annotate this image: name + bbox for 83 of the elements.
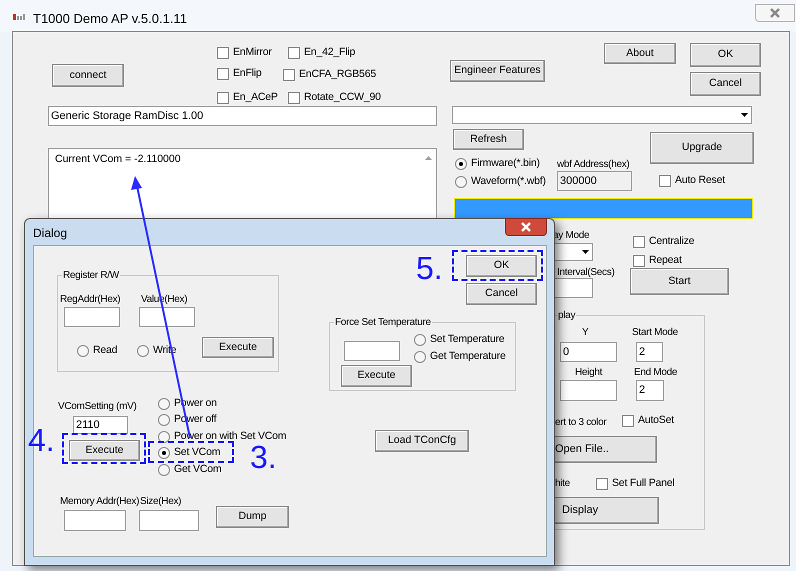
checkbox[interactable] xyxy=(633,254,645,267)
step-number: 3. xyxy=(250,441,277,473)
checkbox-label: EnFlip xyxy=(233,66,262,81)
checkbox[interactable] xyxy=(596,478,608,490)
y-field[interactable]: 0 xyxy=(560,342,617,362)
radio-label: Read xyxy=(93,343,118,358)
ok-button[interactable]: OK xyxy=(466,255,537,277)
size-field[interactable] xyxy=(139,510,199,531)
field-label: Size(Hex) xyxy=(140,495,182,509)
end-mode-field[interactable]: 2 xyxy=(636,380,664,401)
radio-label: Set VCom xyxy=(174,445,220,460)
radio-label: Get Temperature xyxy=(430,349,506,364)
group-legend: Register R/W xyxy=(62,268,120,283)
load-tconcfg-button[interactable]: Load TConCfg xyxy=(375,430,469,452)
checkbox-label: Set Full Panel xyxy=(612,476,675,491)
cancel-button[interactable]: Cancel xyxy=(690,72,761,96)
step-number: 4. xyxy=(28,424,55,456)
group-legend: Force Set Temperature xyxy=(334,315,432,330)
group-legend: play xyxy=(557,308,576,323)
refresh-button[interactable]: Refresh xyxy=(453,129,524,150)
dump-button[interactable]: Dump xyxy=(216,506,289,528)
option-label: hite xyxy=(555,477,570,491)
engineer-features-button[interactable]: Engineer Features xyxy=(450,60,545,82)
checkbox[interactable] xyxy=(659,174,671,187)
checkbox-label: Repeat xyxy=(649,253,682,268)
execute-button[interactable]: Execute xyxy=(202,337,274,358)
about-button[interactable]: About xyxy=(604,43,676,64)
field-label: End Mode xyxy=(634,366,678,380)
checkbox-label: Centralize xyxy=(649,234,694,249)
checkbox-label: Rotate_CCW_90 xyxy=(304,90,381,105)
field-label: wbf Address(hex) xyxy=(557,158,630,172)
address-field[interactable]: 300000 xyxy=(557,171,632,191)
upgrade-button[interactable]: Upgrade xyxy=(650,132,754,164)
start-mode-field[interactable]: 2 xyxy=(636,342,663,362)
checkbox-label: En_42_Flip xyxy=(304,45,356,60)
checkbox[interactable] xyxy=(633,236,645,248)
memory-addr-field[interactable] xyxy=(64,510,126,531)
value-field[interactable] xyxy=(139,307,195,327)
checkbox[interactable] xyxy=(217,68,229,80)
field-label: Height xyxy=(575,366,602,380)
start-button[interactable]: Start xyxy=(630,268,729,295)
field-label: Start Mode xyxy=(632,326,678,340)
dropdown-arrow-icon xyxy=(582,250,589,254)
reg-addr-field[interactable] xyxy=(64,307,120,327)
close-icon xyxy=(520,222,532,232)
step-number: 5. xyxy=(416,252,443,284)
connect-button[interactable]: connect xyxy=(52,64,124,87)
checkbox[interactable] xyxy=(217,92,229,104)
window-title: T1000 Demo AP v.5.0.1.11 xyxy=(33,10,187,28)
execute-button[interactable]: Execute xyxy=(69,440,140,461)
checkbox-label: EnCFA_RGB565 xyxy=(299,67,376,82)
field-label: Memory Addr(Hex) xyxy=(60,495,140,509)
checkbox[interactable] xyxy=(622,414,634,427)
field-label: VComSetting (mV) xyxy=(58,400,137,414)
checkbox[interactable] xyxy=(288,46,300,59)
field-label: RegAddr(Hex) xyxy=(60,293,120,307)
checkbox[interactable] xyxy=(288,92,300,104)
height-field[interactable] xyxy=(560,380,617,401)
checkbox-label: EnMirror xyxy=(233,45,272,60)
scroll-up-icon[interactable] xyxy=(425,156,432,160)
close-button[interactable] xyxy=(505,218,547,236)
device-field[interactable]: Generic Storage RamDisc 1.00 xyxy=(48,106,437,126)
cancel-button[interactable]: Cancel xyxy=(466,283,537,305)
checkbox-label: En_ACeP xyxy=(233,90,278,105)
radio-label: Get VCom xyxy=(174,462,222,477)
checkbox-label: AutoSet xyxy=(638,413,674,428)
field-label: Interval(Secs) xyxy=(557,266,614,280)
radio-label: Firmware(*.bin) xyxy=(471,156,540,171)
close-icon xyxy=(769,8,781,18)
vcom-field[interactable]: 2110 xyxy=(73,416,128,434)
option-label: ert to 3 color xyxy=(555,416,606,430)
ok-button[interactable]: OK xyxy=(690,43,761,67)
checkbox[interactable] xyxy=(217,46,229,59)
radio-label: Power on with Set VCom xyxy=(174,429,286,444)
execute-button[interactable]: Execute xyxy=(341,365,412,387)
temperature-field[interactable] xyxy=(344,341,400,361)
radio-label: Set Temperature xyxy=(430,332,504,347)
app-logo-icon xyxy=(13,12,27,21)
checkbox[interactable] xyxy=(283,68,295,81)
field-label: Y xyxy=(582,326,588,340)
dropdown-arrow-icon xyxy=(741,113,748,117)
checkbox-label: Auto Reset xyxy=(675,173,725,188)
radio-label: Waveform(*.wbf) xyxy=(471,174,546,189)
